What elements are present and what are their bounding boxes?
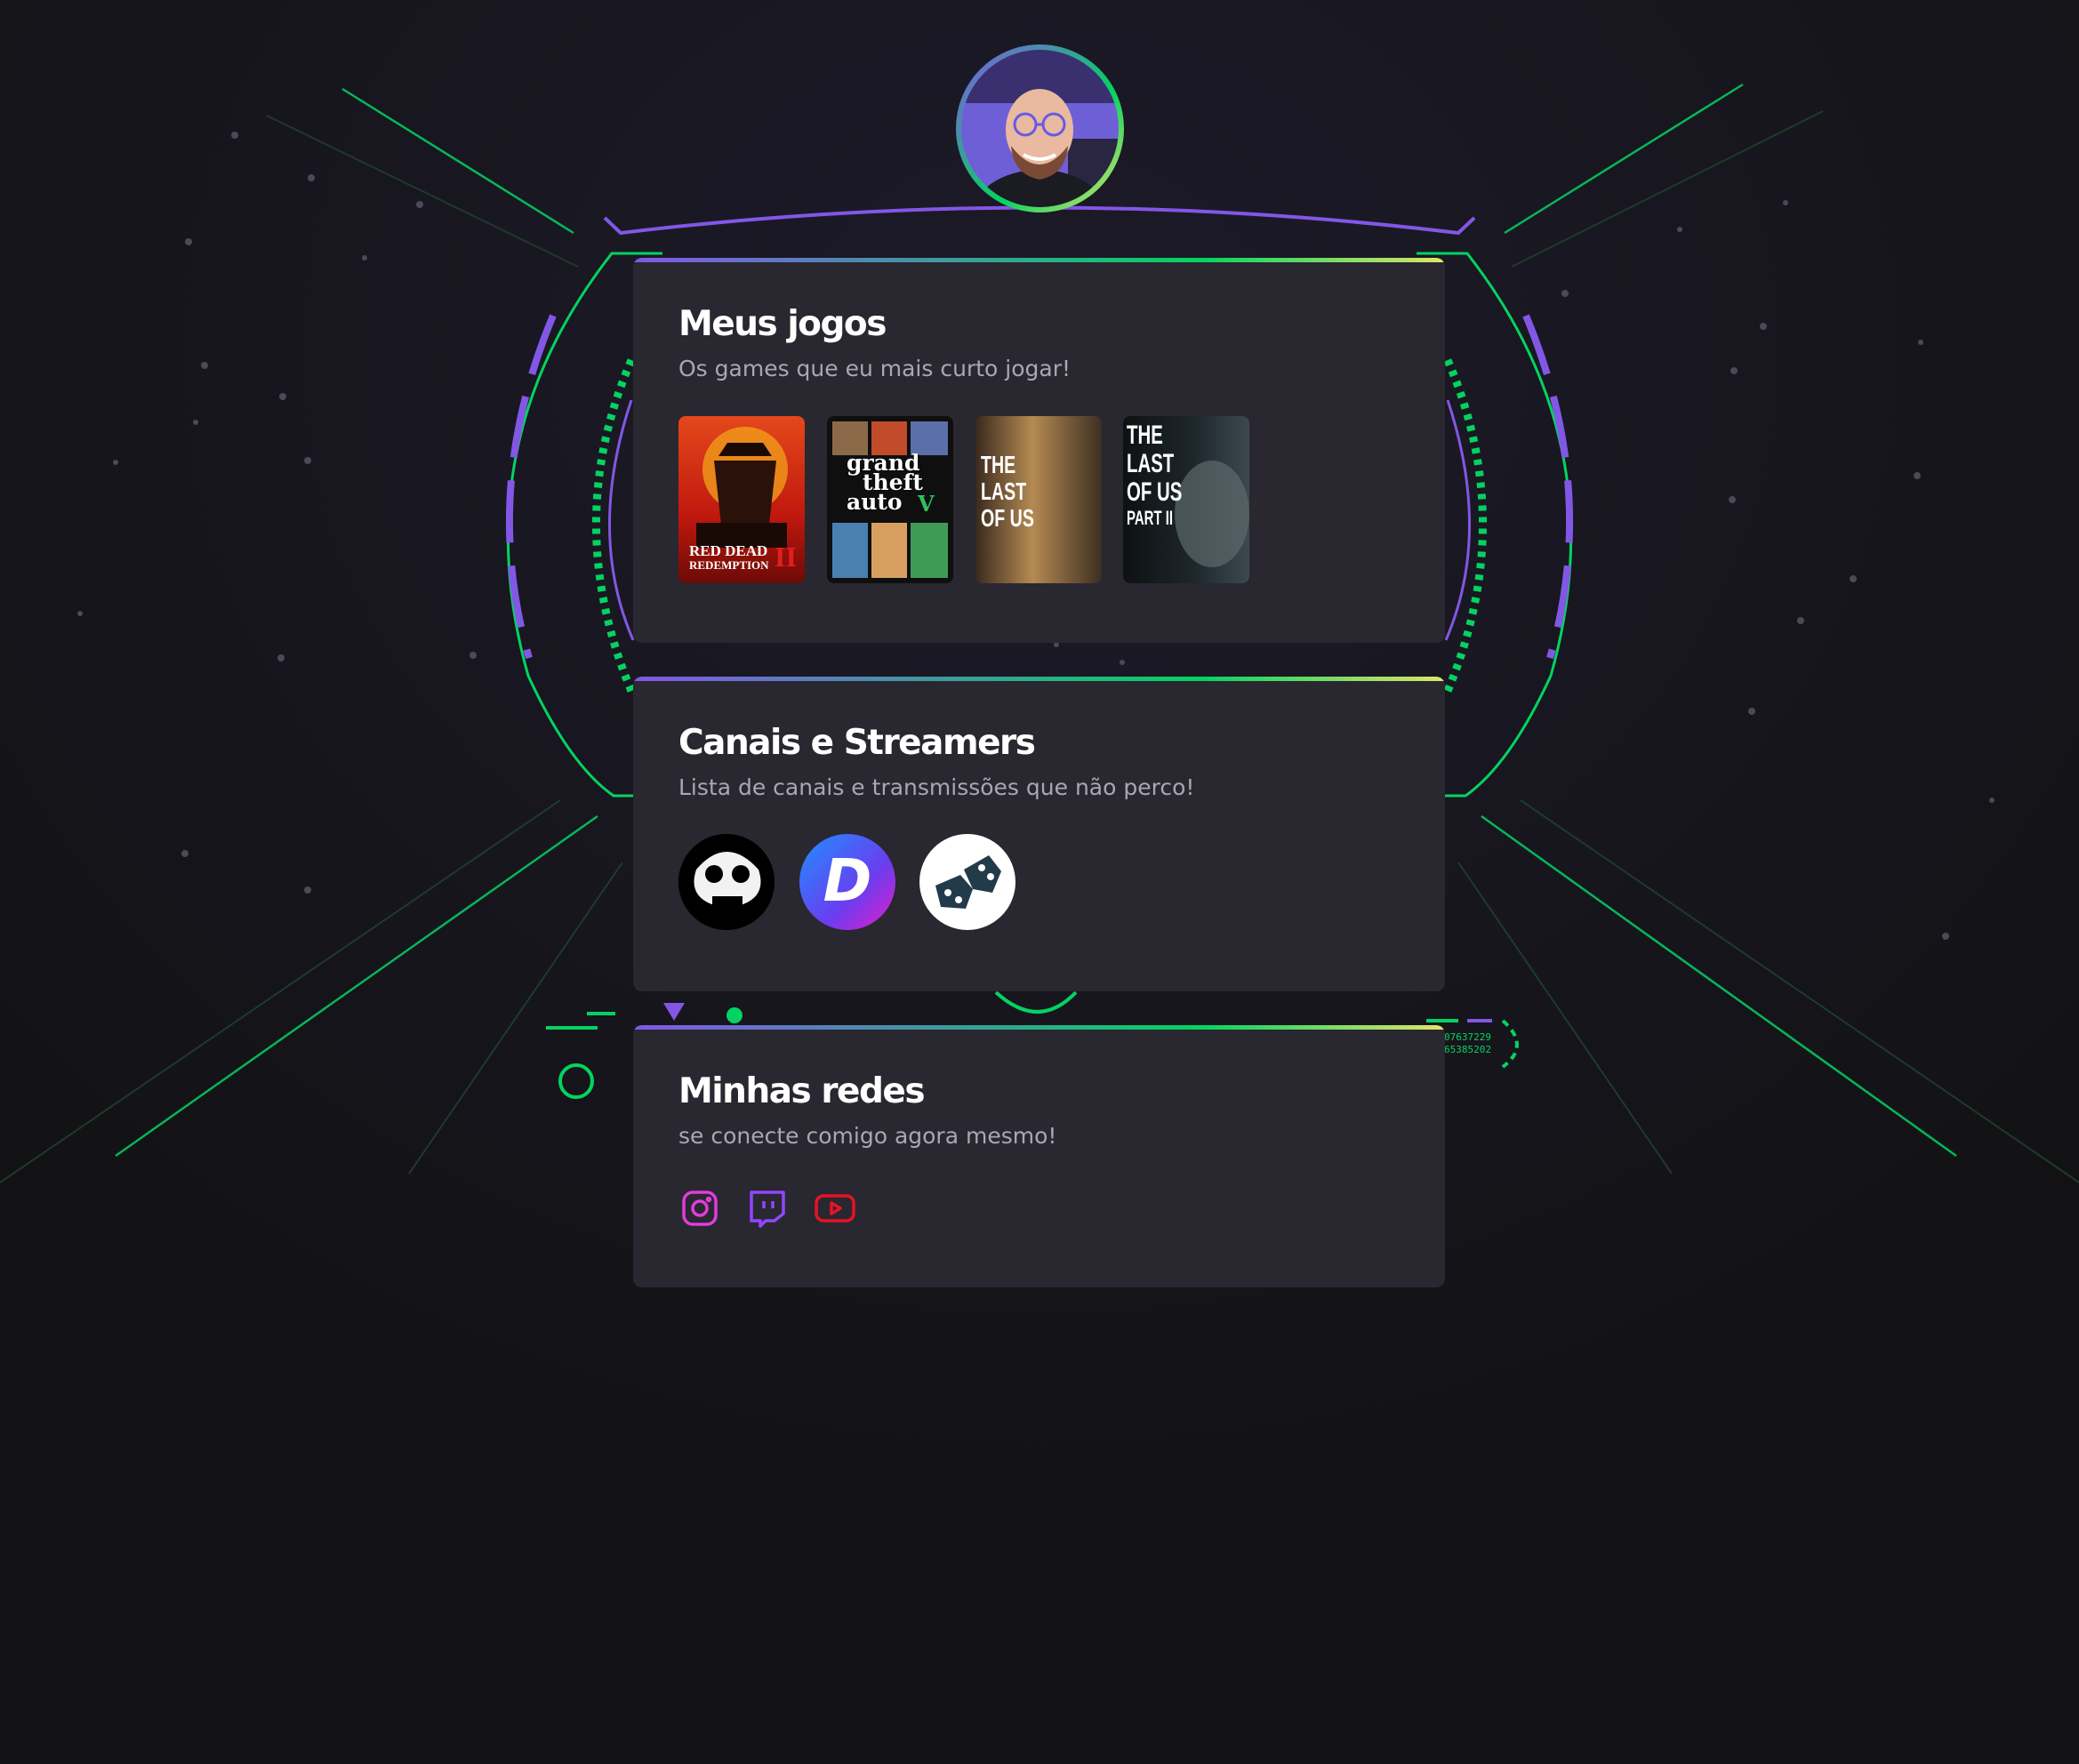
- youtube-icon[interactable]: [814, 1187, 856, 1230]
- game-cover-red-dead-line1: RED DEAD: [689, 542, 768, 559]
- tlou-line2: LAST: [981, 477, 1027, 505]
- svg-text:07637229: 07637229: [1444, 1031, 1491, 1043]
- tlou2-line3: OF US: [1127, 477, 1183, 507]
- game-cover-the-last-of-us-part-ii[interactable]: THE LAST OF US PART II: [1123, 416, 1249, 583]
- socials-title: Minhas redes: [678, 1071, 926, 1111]
- game-cover-gta-v[interactable]: grand theft auto V: [827, 416, 953, 583]
- avatar: [961, 50, 1119, 207]
- game-cover-gta-badge: V: [918, 491, 935, 517]
- games-subtitle: Os games que eu mais curto jogar!: [678, 356, 1071, 381]
- tlou-line1: THE: [981, 451, 1016, 478]
- channel-avatar-1[interactable]: [678, 834, 775, 930]
- channels-card: Canais e Streamers Lista de canais e tra…: [633, 677, 1445, 991]
- game-cover-the-last-of-us[interactable]: THE LAST OF US: [975, 416, 1102, 583]
- game-cover-gta-line3: auto: [847, 489, 903, 515]
- twitch-icon[interactable]: [746, 1187, 789, 1230]
- socials-card: Minhas redes se conecte comigo agora mes…: [633, 1025, 1445, 1287]
- tlou-line3: OF US: [981, 504, 1034, 532]
- avatar-ring: [956, 44, 1124, 212]
- channel-avatar-2[interactable]: D: [799, 834, 895, 930]
- tlou2-line4: PART II: [1127, 507, 1174, 529]
- game-cover-red-dead-badge: II: [775, 541, 797, 573]
- game-cover-red-dead-line2: REDEMPTION: [689, 558, 769, 572]
- tlou2-line1: THE: [1127, 421, 1163, 450]
- channels-title: Canais e Streamers: [678, 723, 1036, 763]
- tlou2-line2: LAST: [1127, 449, 1175, 478]
- channels-subtitle: Lista de canais e transmissões que não p…: [678, 774, 1195, 800]
- channel-avatar-3[interactable]: [919, 834, 1015, 930]
- instagram-icon[interactable]: [678, 1187, 721, 1230]
- games-title: Meus jogos: [678, 304, 887, 344]
- socials-subtitle: se conecte comigo agora mesmo!: [678, 1123, 1057, 1149]
- games-card: Meus jogos Os games que eu mais curto jo…: [633, 258, 1445, 643]
- game-cover-red-dead[interactable]: RED DEAD REDEMPTION II: [678, 416, 805, 583]
- channel-avatar-2-glyph: D: [823, 846, 872, 915]
- svg-text:65385202: 65385202: [1444, 1044, 1491, 1055]
